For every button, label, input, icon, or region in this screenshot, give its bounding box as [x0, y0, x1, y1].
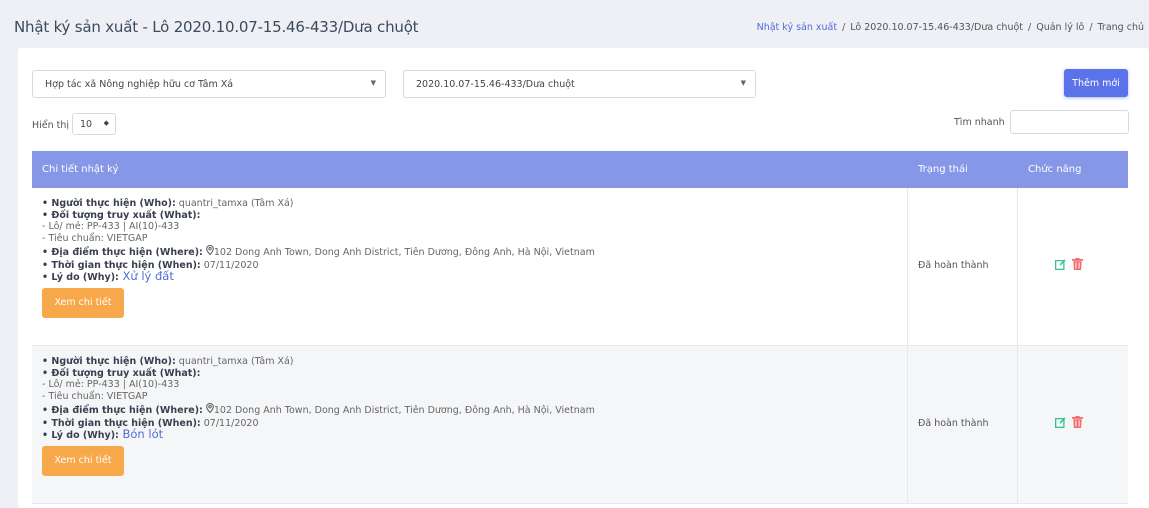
status-cell: Đã hoàn thành — [908, 346, 1018, 503]
log-table: Chi tiết nhật ký Trạng thái Chức năng • … — [32, 151, 1128, 504]
breadcrumb-production-log[interactable]: Nhật ký sản xuất — [757, 22, 838, 33]
why-line: • Lý do (Why): Xử lý đất — [42, 269, 174, 284]
where-line: • Địa điểm thực hiện (Where): 102 Dong A… — [42, 244, 595, 260]
breadcrumb-separator: / — [1089, 22, 1093, 33]
add-new-button[interactable]: Thêm mới — [1064, 69, 1128, 97]
breadcrumb-home[interactable]: Trang chủ — [1098, 22, 1144, 33]
column-header-actions: Chức năng — [1028, 164, 1082, 175]
cooperative-select[interactable]: Hợp tác xã Nông nghiệp hữu cơ Tâm Xá ▼ — [32, 70, 386, 98]
view-detail-button[interactable]: Xem chi tiết — [42, 287, 124, 318]
breadcrumb-lot[interactable]: Lô 2020.10.07-15.46-433/Dưa chuột — [850, 22, 1023, 33]
when-line: • Thời gian thực hiện (When): 07/11/2020 — [42, 417, 259, 429]
page-size-label: Hiển thị — [32, 120, 70, 131]
lot-select[interactable]: 2020.10.07-15.46-433/Dưa chuột ▼ — [403, 70, 756, 98]
reason-link[interactable]: Bón lót — [119, 427, 163, 441]
standard-line: - Tiêu chuẩn: VIETGAP — [42, 233, 148, 245]
page-title: Nhật ký sản xuất - Lô 2020.10.07-15.46-4… — [14, 18, 419, 36]
log-detail-cell: • Người thực hiện (Who): quantri_tamxa (… — [32, 188, 908, 345]
column-header-status[interactable]: Trạng thái — [918, 164, 968, 175]
view-detail-button[interactable]: Xem chi tiết — [42, 445, 124, 476]
location-pin-icon — [206, 244, 214, 260]
lot-line: - Lô/ mẻ: PP-433 | AI(10)-433 — [42, 379, 180, 391]
why-line: • Lý do (Why): Bón lót — [42, 427, 164, 442]
table-row: • Người thực hiện (Who): quantri_tamxa (… — [32, 188, 1128, 346]
actions-cell — [1018, 346, 1128, 503]
where-line: • Địa điểm thực hiện (Where): 102 Dong A… — [42, 402, 595, 418]
status-cell: Đã hoàn thành — [908, 188, 1018, 345]
chevron-updown-icon: ◆ — [103, 119, 109, 127]
breadcrumb-separator: / — [842, 22, 846, 33]
content-card: Hợp tác xã Nông nghiệp hữu cơ Tâm Xá ▼ 2… — [18, 48, 1149, 508]
breadcrumb: Nhật ký sản xuất / Lô 2020.10.07-15.46-4… — [757, 22, 1144, 33]
chevron-down-icon: ▼ — [370, 79, 376, 87]
who-line: • Người thực hiện (Who): quantri_tamxa (… — [42, 198, 294, 209]
delete-icon[interactable] — [1072, 258, 1083, 270]
reason-link[interactable]: Xử lý đất — [119, 269, 173, 283]
edit-icon[interactable] — [1055, 417, 1066, 428]
standard-line: - Tiêu chuẩn: VIETGAP — [42, 391, 148, 403]
what-line: • Đối tượng truy xuất (What): — [42, 367, 201, 379]
breadcrumb-separator: / — [1028, 22, 1032, 33]
table-header: Chi tiết nhật ký Trạng thái Chức năng — [32, 151, 1128, 188]
breadcrumb-lot-management[interactable]: Quản lý lô — [1036, 22, 1084, 33]
table-row: • Người thực hiện (Who): quantri_tamxa (… — [32, 346, 1128, 504]
column-header-detail[interactable]: Chi tiết nhật ký — [42, 164, 118, 175]
lot-select-value: 2020.10.07-15.46-433/Dưa chuột — [416, 79, 575, 90]
lot-line: - Lô/ mẻ: PP-433 | AI(10)-433 — [42, 221, 180, 233]
chevron-down-icon: ▼ — [740, 79, 746, 87]
page-size-select[interactable]: 10 ◆ — [72, 113, 116, 135]
what-line: • Đối tượng truy xuất (What): — [42, 209, 201, 221]
page-size-value: 10 — [80, 119, 93, 130]
search-input[interactable] — [1010, 110, 1129, 134]
actions-cell — [1018, 188, 1128, 345]
delete-icon[interactable] — [1072, 416, 1083, 428]
status-text: Đã hoàn thành — [918, 260, 989, 271]
location-pin-icon — [206, 402, 214, 418]
status-text: Đã hoàn thành — [918, 418, 989, 429]
who-line: • Người thực hiện (Who): quantri_tamxa (… — [42, 356, 294, 367]
search-label: Tìm nhanh — [954, 117, 1005, 128]
edit-icon[interactable] — [1055, 259, 1066, 270]
log-detail-cell: • Người thực hiện (Who): quantri_tamxa (… — [32, 346, 908, 503]
cooperative-select-value: Hợp tác xã Nông nghiệp hữu cơ Tâm Xá — [45, 79, 234, 90]
